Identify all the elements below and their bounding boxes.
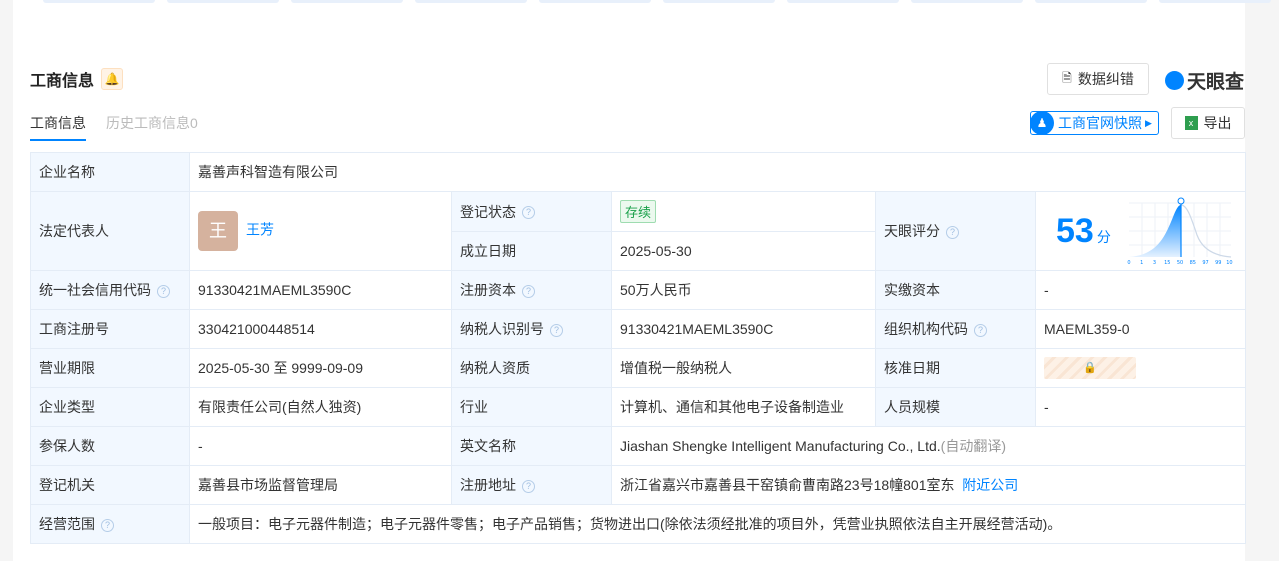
label: 纳税人识别号 <box>460 321 544 337</box>
reg-capital: 50万人民币 <box>611 270 876 310</box>
caret-right-icon: ▶ <box>1145 117 1152 128</box>
help-icon[interactable]: ? <box>522 284 535 298</box>
report-error-button[interactable]: 🗎 数据纠错 <box>1047 63 1149 95</box>
help-icon[interactable]: ? <box>101 518 114 532</box>
status-badge: 存续 <box>620 200 657 223</box>
help-icon[interactable]: ? <box>522 206 535 220</box>
legal-rep-cell: 王王芳 <box>189 191 452 271</box>
est-date: 2025-05-30 <box>611 231 876 271</box>
axis-tick-label: 100 <box>1226 260 1233 265</box>
label: 注册资本 <box>460 282 516 298</box>
company-name: 嘉善声科智造有限公司 <box>188 152 1247 192</box>
org-code: MAEML359-0 <box>1034 309 1247 349</box>
help-icon[interactable]: ? <box>974 323 987 337</box>
auto-translate-note: (自动翻译) <box>940 438 1006 454</box>
label: 核准日期 <box>875 348 1036 388</box>
label: 营业期限 <box>30 348 190 388</box>
help-icon[interactable]: ? <box>550 323 563 337</box>
reg-no: 330421000448514 <box>189 309 452 349</box>
label: 注册地址 <box>460 477 516 493</box>
stamp-icon: ♟ <box>1030 110 1054 135</box>
help-icon[interactable]: ? <box>522 479 535 493</box>
company-type: 有限责任公司(自然人独资) <box>189 387 452 427</box>
label: 经营范围 <box>39 516 95 532</box>
nearby-companies-link[interactable]: 附近公司 <box>962 477 1018 493</box>
excel-icon: x <box>1184 116 1198 130</box>
document-icon: 🗎 <box>1062 70 1072 85</box>
help-icon[interactable]: ? <box>157 284 170 298</box>
address: 浙江省嘉兴市嘉善县干窑镇俞曹南路23号18幢801室东 <box>620 477 955 493</box>
logo-icon <box>1165 71 1184 90</box>
section-title: 工商信息 <box>30 73 95 90</box>
help-icon[interactable]: ? <box>946 225 959 239</box>
legal-rep-link[interactable]: 王芳 <box>246 222 274 238</box>
tianyancha-logo: 天眼查 <box>1165 67 1244 94</box>
top-cards <box>43 0 1271 3</box>
axis-tick-label: 3 <box>1153 260 1156 265</box>
label: 行业 <box>451 387 612 427</box>
label: 人员规模 <box>875 387 1036 427</box>
label: 英文名称 <box>451 426 612 466</box>
score-cell: 53分 0 1 3 15 50 85 97 99 100 <box>1034 191 1247 271</box>
english-name: Jiashan Shengke Intelligent Manufacturin… <box>620 438 941 454</box>
address-cell: 浙江省嘉兴市嘉善县干窑镇俞曹南路23号18幢801室东 附近公司 <box>610 465 1247 505</box>
score-marker <box>1177 197 1185 205</box>
axis-tick-label: 15 <box>1164 260 1170 265</box>
label: 登记机关 <box>30 465 190 505</box>
label: 成立日期 <box>451 231 612 271</box>
label: 企业类型 <box>30 387 190 427</box>
business-info-table: 企业名称 嘉善声科智造有限公司 法定代表人 王王芳 登记状态? 存续 天眼评分? … <box>30 152 1247 544</box>
score-value: 53 <box>1056 211 1094 250</box>
snapshot-button[interactable]: ♟ 工商官网快照 ▶ <box>1030 110 1159 135</box>
label: 企业名称 <box>30 152 190 192</box>
axis-tick-label: 0 <box>1127 260 1130 265</box>
axis-tick-label: 99 <box>1215 260 1221 265</box>
business-scope: 一般项目：电子元器件制造；电子元器件零售；电子产品销售；货物进出口(除依法须经批… <box>188 504 1247 544</box>
label: 登记状态 <box>460 203 516 220</box>
label: 实缴资本 <box>875 270 1036 310</box>
industry: 计算机、通信和其他电子设备制造业 <box>611 387 876 427</box>
label: 组织机构代码 <box>884 321 968 337</box>
english-name-cell: Jiashan Shengke Intelligent Manufacturin… <box>610 426 1247 466</box>
credit-code: 91330421MAEML3590C <box>189 270 452 310</box>
term: 2025-05-30 至 9999-09-09 <box>189 348 452 388</box>
label: 纳税人资质 <box>451 348 612 388</box>
tab-history[interactable]: 历史工商信息0 <box>106 113 198 141</box>
label: 统一社会信用代码 <box>39 282 151 298</box>
axis-tick-label: 50 <box>1177 260 1183 265</box>
taxpayer-id: 91330421MAEML3590C <box>611 309 876 349</box>
axis-tick-label: 85 <box>1190 260 1196 265</box>
avatar: 王 <box>198 211 238 251</box>
score-distribution-chart: 0 1 3 15 50 85 97 99 100 <box>1127 197 1233 265</box>
taxpayer-type: 增值税一般纳税人 <box>611 348 876 388</box>
score-unit: 分 <box>1096 228 1111 245</box>
label: 法定代表人 <box>30 191 190 271</box>
label: 天眼评分 <box>884 223 940 239</box>
bell-icon[interactable]: 🔔 <box>101 68 123 90</box>
lock-icon[interactable]: 🔒 <box>1044 357 1136 379</box>
tab-business-info[interactable]: 工商信息 <box>30 113 86 141</box>
insured: - <box>189 426 452 466</box>
axis-tick-label: 97 <box>1202 260 1208 265</box>
label: 参保人数 <box>30 426 190 466</box>
tabs: 工商信息 历史工商信息0 <box>30 113 198 141</box>
paid-capital: - <box>1034 270 1247 310</box>
export-button[interactable]: x 导出 <box>1171 107 1245 139</box>
staff: - <box>1034 387 1247 427</box>
label: 工商注册号 <box>30 309 190 349</box>
authority: 嘉善县市场监督管理局 <box>189 465 452 505</box>
axis-tick-label: 1 <box>1140 260 1143 265</box>
